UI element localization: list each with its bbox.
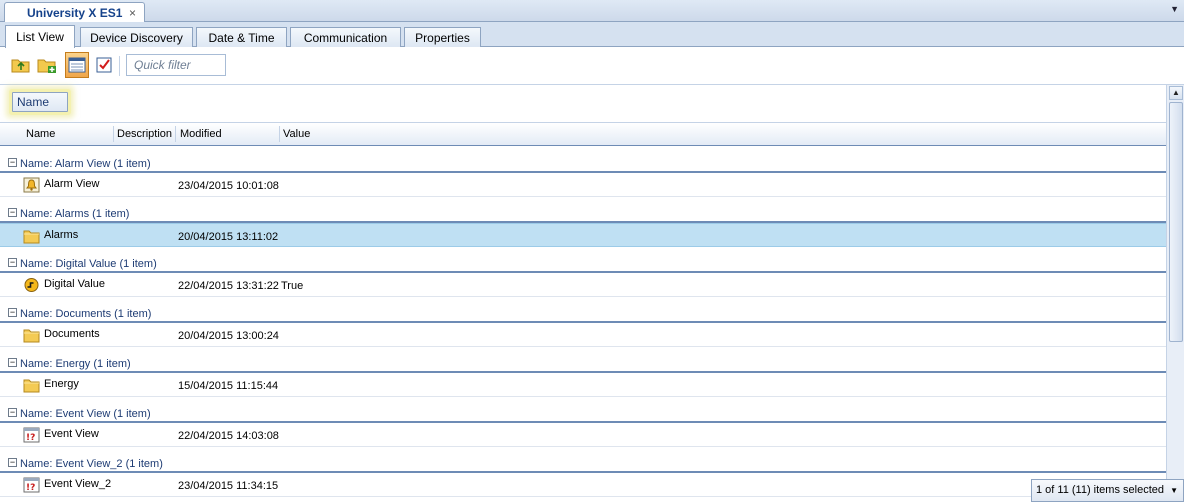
group-header[interactable]: − Name: Event View_2 (1 item) — [0, 447, 1166, 473]
checkbox-check-icon — [96, 57, 112, 73]
tab-label: Date & Time — [208, 30, 275, 45]
group-header-label: Name: Event View_2 (1 item) — [20, 458, 163, 470]
collapse-icon[interactable]: − — [8, 408, 17, 417]
list-item[interactable]: Digital Value 22/04/2015 13:31:22 True — [0, 273, 1166, 297]
group-header-label: Name: Alarms (1 item) — [20, 208, 130, 220]
item-modified: 23/04/2015 10:01:08 — [178, 180, 279, 192]
item-modified: 23/04/2015 11:34:15 — [178, 480, 279, 492]
scrollbar-thumb[interactable] — [1169, 102, 1183, 342]
group-header[interactable]: − Name: Documents (1 item) — [0, 297, 1166, 323]
selection-status[interactable]: 1 of 11 (11) items selected ▼ — [1031, 479, 1184, 502]
group-header[interactable]: − Name: Energy (1 item) — [0, 347, 1166, 373]
group-header-label: Name: Event View (1 item) — [20, 408, 151, 420]
close-icon[interactable]: × — [129, 6, 136, 20]
item-modified: 20/04/2015 13:00:24 — [178, 330, 279, 342]
tab-date-time[interactable]: Date & Time — [196, 27, 287, 47]
item-name: Alarm View — [44, 178, 100, 190]
collapse-icon[interactable]: − — [8, 458, 17, 467]
item-name: Digital Value — [44, 278, 105, 290]
item-value: True — [281, 280, 304, 292]
toolbar: Quick filter — [0, 47, 1184, 85]
folder-add-icon — [37, 59, 56, 73]
tab-device-discovery[interactable]: Device Discovery — [80, 27, 193, 47]
group-by-panel: Name — [0, 85, 1166, 122]
collapse-icon[interactable]: − — [8, 208, 17, 217]
item-modified: 20/04/2015 13:11:02 — [178, 231, 279, 243]
column-header-name[interactable]: Name — [26, 128, 55, 140]
alarm-view-icon — [23, 177, 40, 193]
tab-label: List View — [16, 30, 64, 44]
list-item[interactable]: Alarms 20/04/2015 13:11:02 — [0, 223, 1166, 247]
tab-communication[interactable]: Communication — [290, 27, 401, 47]
quick-filter-input[interactable]: Quick filter — [126, 54, 226, 76]
group-header[interactable]: − Name: Digital Value (1 item) — [0, 247, 1166, 273]
vertical-scrollbar[interactable]: ▲ — [1166, 85, 1184, 502]
toolbar-separator — [119, 56, 120, 76]
tab-label: Device Discovery — [90, 30, 183, 45]
group-header[interactable]: − Name: Event View (1 item) — [0, 397, 1166, 423]
item-name: Documents — [44, 328, 100, 340]
folder-icon — [23, 329, 40, 343]
item-name: Event View_2 — [44, 478, 112, 490]
item-modified: 15/04/2015 11:15:44 — [178, 380, 279, 392]
folder-icon — [23, 230, 40, 244]
column-divider[interactable] — [113, 126, 114, 142]
item-name: Energy — [44, 378, 79, 390]
collapse-icon[interactable]: − — [8, 358, 17, 367]
tab-properties[interactable]: Properties — [404, 27, 481, 47]
collapse-icon[interactable]: − — [8, 308, 17, 317]
document-tab[interactable]: University X ES1 × — [4, 2, 145, 23]
column-header-value[interactable]: Value — [283, 128, 310, 140]
view-tab-bar: List View Device Discovery Date & Time C… — [0, 22, 1184, 48]
group-header[interactable]: − Name: Alarm View (1 item) — [0, 147, 1166, 173]
item-name: Alarms — [44, 229, 79, 241]
event-view-icon: !? — [23, 427, 40, 443]
list-view-icon — [68, 57, 86, 73]
item-modified: 22/04/2015 13:31:22 — [178, 280, 279, 292]
select-items-button[interactable] — [92, 52, 116, 78]
digital-value-icon — [24, 278, 39, 292]
event-view-icon: !? — [23, 477, 40, 493]
tab-label: Properties — [415, 30, 470, 45]
scroll-up-arrow-icon[interactable]: ▲ — [1169, 86, 1183, 100]
column-header-row: Name Description Modified Value — [0, 122, 1166, 146]
list-item[interactable]: Energy 15/04/2015 11:15:44 — [0, 373, 1166, 397]
list-view-button[interactable] — [65, 52, 89, 78]
collapse-icon[interactable]: − — [8, 158, 17, 167]
tab-list-view[interactable]: List View — [5, 25, 75, 48]
item-name: Event View — [44, 428, 99, 440]
document-tab-title: University X ES1 — [27, 6, 123, 20]
svg-text:!?: !? — [26, 433, 35, 443]
group-header-label: Name: Documents (1 item) — [20, 308, 152, 320]
list-item[interactable]: Documents 20/04/2015 13:00:24 — [0, 323, 1166, 347]
item-list: − Name: Alarm View (1 item) Alarm View 2… — [0, 147, 1166, 502]
list-item[interactable]: Alarm View 23/04/2015 10:01:08 — [0, 173, 1166, 197]
folder-icon — [23, 379, 40, 393]
column-divider[interactable] — [175, 126, 176, 142]
folder-up-button[interactable] — [9, 52, 33, 78]
svg-text:!?: !? — [26, 483, 35, 493]
group-header-label: Name: Energy (1 item) — [20, 358, 131, 370]
list-item[interactable]: !? Event View_2 23/04/2015 11:34:15 — [0, 473, 1166, 497]
column-header-description[interactable]: Description — [117, 128, 172, 140]
tab-label: Communication — [303, 30, 388, 45]
group-by-name-chip[interactable]: Name — [12, 92, 68, 112]
tab-list-dropdown-icon[interactable]: ▼ — [1170, 4, 1179, 14]
item-modified: 22/04/2015 14:03:08 — [178, 430, 279, 442]
column-divider[interactable] — [279, 126, 280, 142]
selection-status-text: 1 of 11 (11) items selected — [1036, 484, 1164, 496]
group-header-label: Name: Alarm View (1 item) — [20, 158, 151, 170]
column-header-modified[interactable]: Modified — [180, 128, 222, 140]
folder-up-icon — [11, 59, 30, 73]
new-folder-button[interactable] — [35, 52, 59, 78]
list-item[interactable]: !? Event View 22/04/2015 14:03:08 — [0, 423, 1166, 447]
group-header-label: Name: Digital Value (1 item) — [20, 258, 157, 270]
document-tab-strip: University X ES1 × ▼ — [0, 0, 1184, 23]
group-header[interactable]: − Name: Alarms (1 item) — [0, 197, 1166, 223]
collapse-icon[interactable]: − — [8, 258, 17, 267]
chevron-down-icon[interactable]: ▼ — [1170, 480, 1178, 501]
